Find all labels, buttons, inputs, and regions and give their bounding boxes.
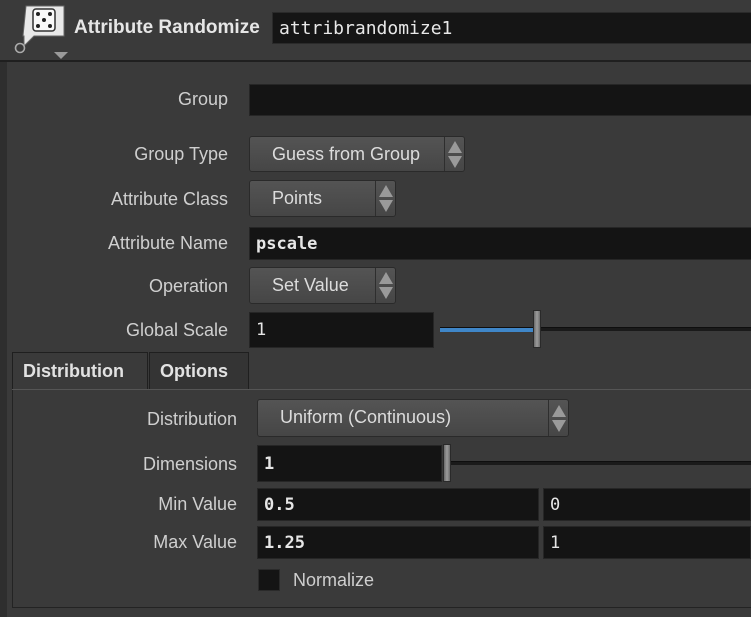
distribution-label: Distribution [146,409,237,429]
dice-icon[interactable] [12,2,72,60]
menu-arrows-icon [444,137,464,171]
attribute-class-value: Points [272,188,323,208]
global-scale-field[interactable] [249,312,434,348]
group-label: Group [177,89,228,109]
min-value-label: Min Value [158,494,237,514]
dimensions-field[interactable] [257,445,442,482]
normalize-label: Normalize [293,570,375,590]
menu-arrows-icon [548,400,568,436]
operation-menu[interactable]: Set Value [249,267,396,304]
distribution-menu[interactable]: Uniform (Continuous) [257,399,569,437]
left-gutter [0,62,7,617]
global-scale-slider-handle[interactable] [533,310,541,348]
min-value-field-1[interactable] [543,488,751,521]
global-scale-slider-fill [440,328,537,332]
attribute-name-field[interactable] [249,227,751,260]
min-value-field-0[interactable] [257,488,539,521]
node-name-field[interactable] [272,12,751,44]
tab-distribution[interactable]: Distribution [12,352,148,390]
group-type-label: Group Type [134,144,228,164]
max-value-label: Max Value [153,532,237,552]
tab-options[interactable]: Options [149,352,249,390]
distribution-value: Uniform (Continuous) [280,407,452,427]
node-type-label: Attribute Randomize [74,17,260,38]
group-type-menu[interactable]: Guess from Group [249,136,465,172]
operation-label: Operation [148,276,228,296]
max-value-field-1[interactable] [543,526,751,559]
max-value-field-0[interactable] [257,526,539,559]
normalize-checkbox[interactable] [258,569,280,591]
menu-arrows-icon [375,181,395,216]
group-field[interactable] [249,84,751,116]
global-scale-slider-track[interactable] [440,327,751,332]
dimensions-slider-track[interactable] [448,461,751,465]
group-type-value: Guess from Group [272,144,421,164]
attribute-class-label: Attribute Class [110,189,228,209]
dimensions-label: Dimensions [142,454,237,474]
dimensions-slider-handle[interactable] [443,444,451,482]
menu-arrows-icon [375,268,395,303]
operation-value: Set Value [272,275,349,295]
attribute-name-label: Attribute Name [107,233,228,253]
attribute-class-menu[interactable]: Points [249,180,396,217]
global-scale-label: Global Scale [125,320,228,340]
